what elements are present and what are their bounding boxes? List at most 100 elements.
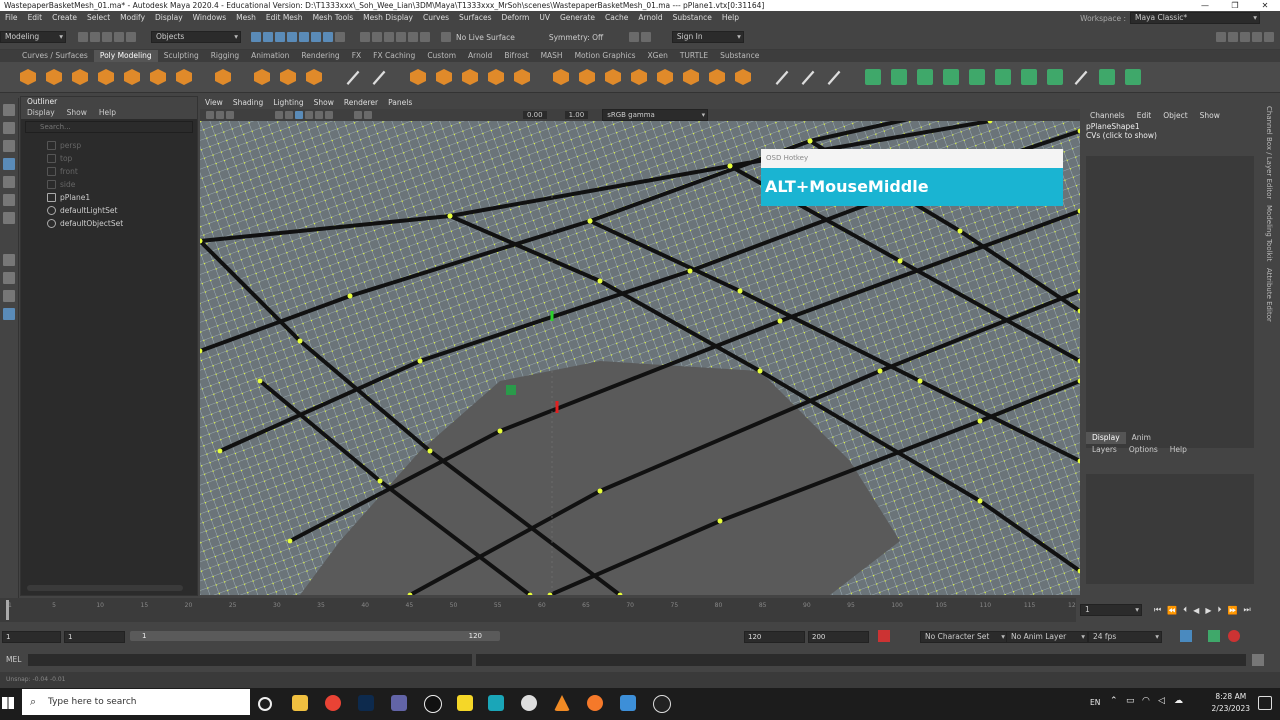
sticky-notes-icon[interactable] [457,695,473,711]
grid-icon[interactable] [275,111,283,119]
spherical-map-icon[interactable] [943,69,959,85]
script-editor-button[interactable] [1252,654,1264,666]
viewport-menu-view[interactable]: View [200,97,228,109]
viewport-menu-renderer[interactable]: Renderer [339,97,383,109]
bridge-icon[interactable] [579,69,595,85]
outliner-item-default-light-set[interactable]: defaultLightSet [21,204,197,217]
menu-deform[interactable]: Deform [496,11,534,25]
last-tool-icon[interactable] [3,212,15,224]
xray-icon[interactable] [354,111,362,119]
taskbar-search-input[interactable]: ⌕ Type here to search [22,689,250,715]
combine-icon[interactable] [410,69,426,85]
shelf-tab-rigging[interactable]: Rigging [205,50,245,62]
center-pivot-icon[interactable] [1099,69,1115,85]
super-shape-icon[interactable] [254,69,270,85]
merge-icon[interactable] [683,69,699,85]
live-surface-icon[interactable] [441,32,451,42]
freeze-transform-icon[interactable] [1125,69,1141,85]
mode-select[interactable]: Modeling [0,31,66,43]
channel-box-menu-object[interactable]: Object [1157,110,1193,122]
snap-live-icon[interactable] [408,32,418,42]
separate-icon[interactable] [436,69,452,85]
teams-icon[interactable] [391,695,407,711]
multi-cut-icon[interactable] [775,70,789,85]
isolate-icon[interactable] [364,111,372,119]
channel-box-icon[interactable] [1264,32,1274,42]
poly-text-icon[interactable] [280,69,296,85]
tool-settings-icon[interactable] [1252,32,1262,42]
unreal-icon[interactable] [424,695,442,713]
menu-edit[interactable]: Edit [23,11,48,25]
gamma-value[interactable]: 1.00 [564,111,589,119]
side-tab-attribute-editor[interactable]: Attribute Editor [1265,268,1273,322]
side-tab-channel-box[interactable]: Channel Box / Layer Editor [1265,106,1273,199]
outliner-item-persp[interactable]: persp [21,139,197,152]
step-forward-key-icon[interactable]: ⏩ [1227,606,1237,615]
menu-file[interactable]: File [0,11,23,25]
single-view-icon[interactable] [3,254,15,266]
menu-modify[interactable]: Modify [115,11,150,25]
shelf-tab-fx[interactable]: FX [346,50,367,62]
playback-end-field[interactable]: 120 [744,631,805,643]
command-input[interactable] [28,654,472,666]
scale-tool-icon[interactable] [3,194,15,206]
undo-icon[interactable] [114,32,124,42]
viewport-menu-panels[interactable]: Panels [383,97,417,109]
notification-icon[interactable] [1258,696,1272,710]
menu-help[interactable]: Help [717,11,744,25]
minimize-button[interactable]: — [1190,0,1220,11]
auto-key-icon[interactable] [878,630,890,642]
redo-icon[interactable] [126,32,136,42]
maya-icon[interactable] [488,695,504,711]
current-frame-field[interactable]: 1 [1080,604,1142,616]
folder-icon[interactable] [78,32,88,42]
shelf-tab-fx-caching[interactable]: FX Caching [367,50,421,62]
bevel-icon[interactable] [605,69,621,85]
menu-curves[interactable]: Curves [418,11,454,25]
menu-mesh-tools[interactable]: Mesh Tools [308,11,359,25]
channel-box-menu-channels[interactable]: Channels [1084,110,1131,122]
range-slider-bar[interactable]: 1 120 [130,631,500,641]
svg-icon[interactable] [306,69,322,85]
key-icon[interactable] [1180,630,1192,642]
color-space-select[interactable]: sRGB gamma [602,109,709,121]
shelf-tab-poly-modeling[interactable]: Poly Modeling [93,50,158,62]
lights-icon[interactable] [315,111,323,119]
rotate-tool-icon[interactable] [3,176,15,188]
save-icon[interactable] [102,32,112,42]
menu-windows[interactable]: Windows [188,11,231,25]
vertex-mode-icon[interactable] [287,32,297,42]
menu-mesh-display[interactable]: Mesh Display [358,11,418,25]
unfold-icon[interactable] [1047,69,1063,85]
move-tool-icon[interactable] [3,158,15,170]
shelf-tab-turtle[interactable]: TURTLE [674,50,714,62]
loop-icon[interactable] [1208,630,1220,642]
viewport-menu-show[interactable]: Show [309,97,339,109]
outliner-item-top[interactable]: top [21,152,197,165]
fps-select[interactable]: 24 fps [1088,631,1162,643]
menu-substance[interactable]: Substance [668,11,717,25]
sweep-mesh-icon[interactable] [346,70,360,85]
obs-icon[interactable] [653,695,671,713]
menu-uv[interactable]: UV [534,11,555,25]
cylindrical-map-icon[interactable] [917,69,933,85]
side-tab-modeling-toolkit[interactable]: Modeling Toolkit [1265,205,1273,261]
script-editor-icon[interactable] [1228,32,1238,42]
connect-icon[interactable] [827,70,841,85]
four-view-icon[interactable] [3,272,15,284]
shelf-tab-mash[interactable]: MASH [535,50,569,62]
shelf-tab-xgen[interactable]: XGen [642,50,674,62]
close-button[interactable]: ✕ [1250,0,1280,11]
viewport-perspective[interactable]: OSD Hotkey ALT+MouseMiddle [200,121,1080,595]
shelf-tab-arnold[interactable]: Arnold [462,50,498,62]
open-icon[interactable] [90,32,100,42]
two-view-icon[interactable] [3,290,15,302]
poly-cylinder-icon[interactable] [72,69,88,85]
poly-disc-icon[interactable] [176,69,192,85]
select-tool-icon[interactable] [3,104,15,116]
image-plane-icon[interactable] [226,111,234,119]
menu-edit-mesh[interactable]: Edit Mesh [261,11,308,25]
task-view-icon[interactable] [258,697,272,711]
planar-map-icon[interactable] [891,69,907,85]
shelf-tab-substance[interactable]: Substance [714,50,765,62]
